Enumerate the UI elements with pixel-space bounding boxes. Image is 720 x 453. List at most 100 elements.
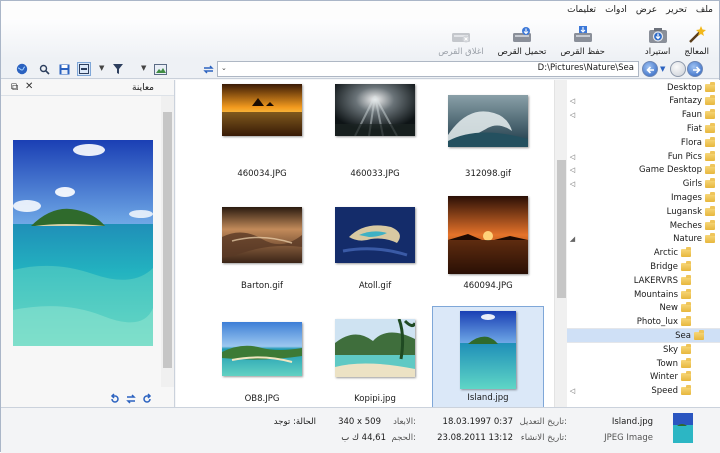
tree-item-label: Bridge	[650, 261, 678, 272]
tree-item[interactable]: ◁ Fun Pics	[569, 150, 719, 163]
rotate-right-icon[interactable]	[141, 393, 153, 405]
close-disk-button[interactable]: اغلاق القرص	[436, 19, 485, 57]
thumbnail-image	[335, 84, 415, 136]
thumbnail-tile-selected[interactable]: Island.jpg	[432, 306, 544, 408]
wizard-button[interactable]: المعالج	[682, 19, 711, 57]
tree-item[interactable]: ◁ Speed	[569, 385, 707, 398]
status-created-label: تاريخ الانشاء:	[520, 433, 567, 443]
status-modified-label: تاريخ التعديل:	[519, 417, 567, 427]
menu-file[interactable]: ملف	[696, 5, 713, 15]
thumbnail-tile[interactable]: 312098.gif	[432, 81, 544, 183]
filter-icon[interactable]	[111, 62, 125, 76]
address-field[interactable]: D:\Pictures\Nature\Sea ⌄	[217, 61, 639, 77]
save-disk-button[interactable]: حفظ القرص	[558, 19, 607, 57]
menu-edit[interactable]: تحرير	[666, 5, 687, 15]
tree-item[interactable]: Bridge	[569, 260, 707, 273]
expand-arrow-icon[interactable]: ◁	[569, 153, 576, 161]
forward-button[interactable]	[642, 61, 658, 77]
thumbnail-name: 312098.gif	[465, 169, 511, 179]
wand-icon	[686, 25, 708, 45]
thumbnail-tile[interactable]: Kopipi.jpg	[319, 306, 431, 408]
tree-item[interactable]: Photo_lux	[569, 316, 707, 329]
layout-toggle-icon[interactable]	[77, 62, 91, 76]
folder-icon	[681, 343, 691, 354]
history-dropdown-icon[interactable]: ▼	[660, 65, 665, 73]
tree-item[interactable]: Meches	[569, 219, 719, 232]
tree-item[interactable]: Winter	[569, 371, 707, 384]
folder-icon	[705, 191, 715, 202]
view-image-icon[interactable]	[153, 62, 167, 76]
thumbnail-scroll-thumb[interactable]	[557, 160, 566, 298]
tree-item-label: Nature	[673, 234, 702, 245]
folder-icon	[681, 260, 691, 271]
back-button[interactable]	[687, 61, 703, 77]
globe-icon[interactable]	[15, 62, 29, 76]
folder-icon	[681, 357, 691, 368]
preview-pin-icon[interactable]: ⧉	[11, 82, 18, 93]
thumbnail-image	[335, 207, 415, 263]
expanded-arrow-icon[interactable]: ◢	[569, 235, 576, 243]
thumbnail-name: 460094.JPG	[463, 281, 513, 291]
disk-save-icon	[572, 25, 594, 45]
status-filetype: JPEG Image	[604, 433, 653, 443]
address-dropdown-icon[interactable]: ⌄	[221, 64, 634, 72]
folder-icon	[705, 205, 715, 216]
expand-arrow-icon[interactable]: ◁	[569, 97, 576, 105]
tree-item[interactable]: ◁ Game Desktop	[569, 164, 719, 177]
load-disk-button[interactable]: تحميل القرص	[496, 19, 549, 57]
tree-item[interactable]: Flora	[569, 136, 719, 149]
tree-item[interactable]: Mountains	[569, 288, 707, 301]
flip-icon[interactable]	[125, 393, 137, 405]
folder-icon	[705, 233, 715, 244]
thumbnail-tile[interactable]: 460033.JPG	[319, 81, 431, 183]
tree-item[interactable]: Lugansk	[569, 205, 719, 218]
address-bar-row: ▼ D:\Pictures\Nature\Sea ⌄ ▼ ▼	[1, 59, 719, 79]
tree-item[interactable]: ◢ Nature	[569, 233, 719, 246]
tree-item[interactable]: Images	[569, 191, 719, 204]
expand-arrow-icon[interactable]: ◁	[569, 387, 576, 395]
expand-arrow-icon[interactable]: ◁	[569, 180, 576, 188]
thumbnail-tile[interactable]: 460034.JPG	[206, 81, 318, 183]
import-button[interactable]: استيراد	[643, 19, 672, 57]
tree-item-label: Mountains	[633, 289, 678, 300]
tree-item[interactable]: Sea	[567, 329, 720, 343]
zoom-search-icon[interactable]	[37, 62, 51, 76]
view-dropdown-icon[interactable]: ▼	[141, 64, 146, 72]
menu-help[interactable]: تعليمات	[567, 5, 596, 15]
tree-item-label: Images	[670, 192, 702, 203]
preview-scrollbar[interactable]	[161, 96, 174, 387]
expand-arrow-icon[interactable]: ◁	[569, 166, 576, 174]
thumbnail-tile[interactable]: Barton.gif	[206, 193, 318, 295]
expand-arrow-icon[interactable]: ◁	[569, 111, 576, 119]
preview-scroll-thumb[interactable]	[163, 112, 172, 368]
folder-icon	[681, 288, 691, 299]
menu-tools[interactable]: ادوات	[605, 5, 627, 15]
folder-icon	[705, 164, 715, 175]
status-size-label: الحجم:	[391, 433, 416, 443]
tree-item[interactable]: Desktop	[569, 81, 719, 94]
tree-item-label: Speed	[651, 386, 678, 397]
filter-dropdown-icon[interactable]: ▼	[99, 64, 104, 72]
stop-button[interactable]	[670, 61, 686, 77]
menu-view[interactable]: عرض	[636, 5, 657, 15]
tree-item[interactable]: ◁ Girls	[569, 178, 719, 191]
tree-item[interactable]: Sky	[569, 343, 707, 356]
arrow-right-icon	[693, 66, 701, 74]
tree-item[interactable]: Town	[569, 357, 707, 370]
tree-item[interactable]: ◁ Fantazy	[569, 95, 719, 108]
save-floppy-icon[interactable]	[57, 62, 71, 76]
thumbnail-grid: 460034.JPG 460033.JPG 312098.gif Barton.…	[176, 80, 569, 408]
tree-item-label: Game Desktop	[638, 165, 702, 176]
rotate-left-icon[interactable]	[109, 393, 121, 405]
tree-item[interactable]: ◁ Faun	[569, 109, 719, 122]
tree-item[interactable]: Arctic	[569, 247, 707, 260]
tree-item[interactable]: New	[569, 302, 707, 315]
thumbnail-tile[interactable]: 460094.JPG	[432, 193, 544, 295]
preview-close-icon[interactable]: ✕	[25, 81, 33, 92]
refresh-icon[interactable]	[201, 62, 215, 76]
tree-item[interactable]: LAKERVRS	[569, 274, 707, 287]
thumbnail-tile[interactable]: Atoll.gif	[319, 193, 431, 295]
tree-item[interactable]: Fiat	[569, 122, 719, 135]
thumbnail-tile[interactable]: OB8.JPG	[206, 306, 318, 408]
thumbnail-scrollbar[interactable]	[554, 80, 567, 407]
